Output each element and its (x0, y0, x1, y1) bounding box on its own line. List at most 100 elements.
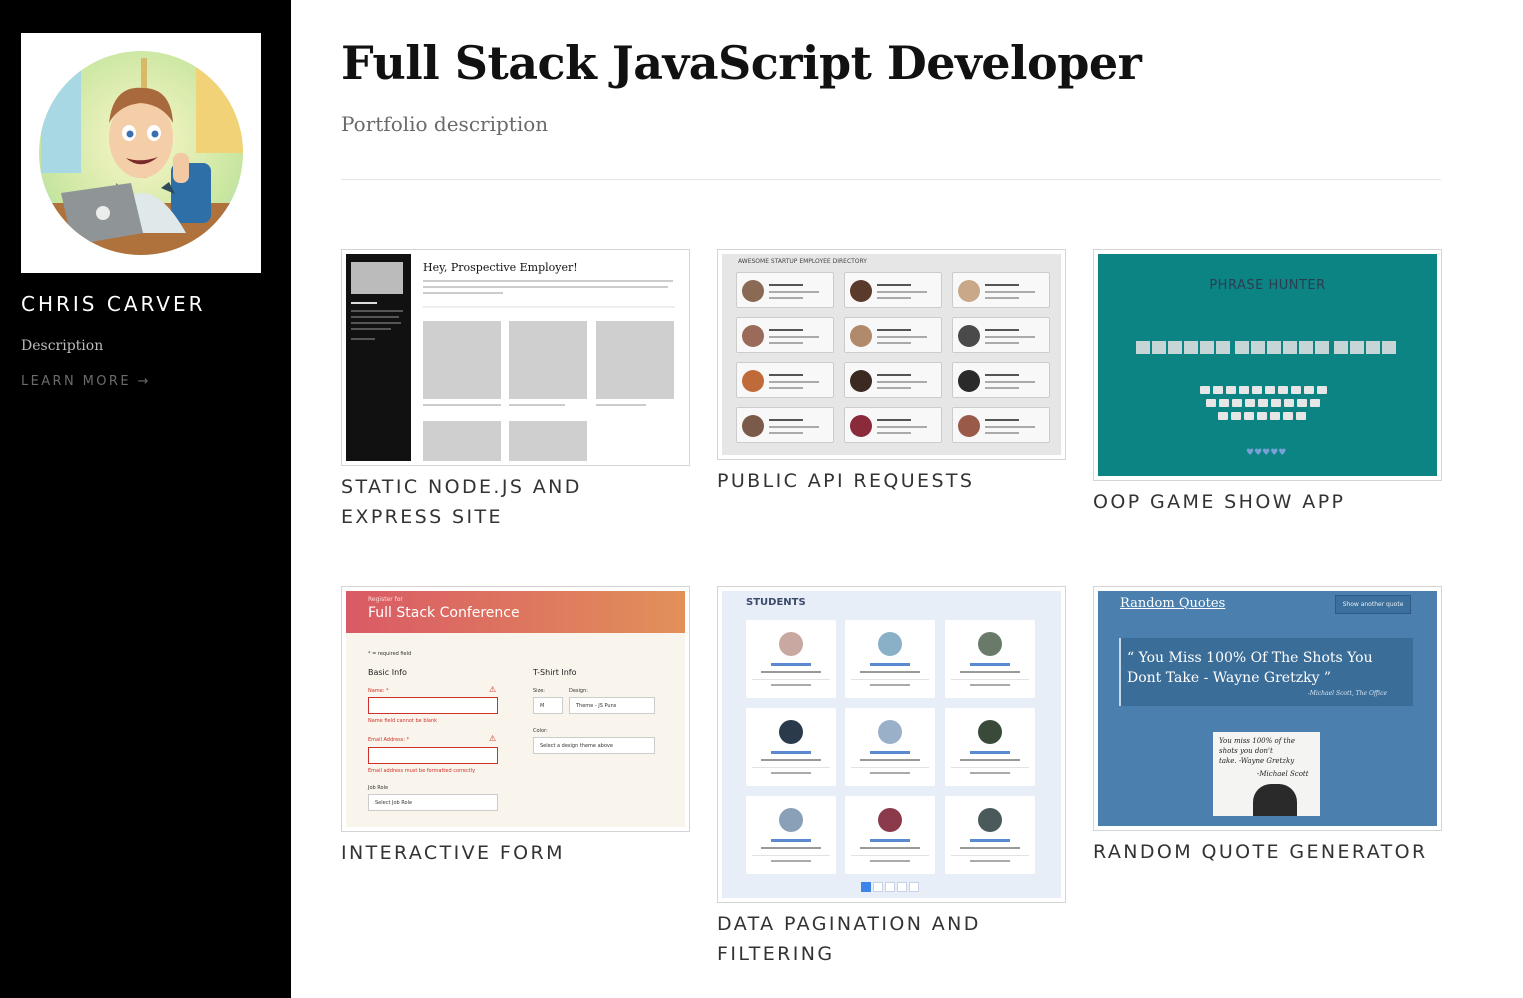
preview-key (1206, 399, 1216, 407)
preview-divider (752, 855, 830, 856)
preview-line (877, 297, 911, 299)
learn-more-link[interactable]: LEARN MORE → (21, 374, 151, 389)
preview-banner: Register for Full Stack Conference (346, 591, 685, 633)
preview-line (985, 291, 1035, 293)
thumbnail-preview: Random Quotes Show another quote “ You M… (1098, 591, 1437, 826)
preview-key (1218, 412, 1228, 420)
preview-key (1213, 386, 1223, 394)
project-card-game-show[interactable]: PHRASE HUNTER ♥♥♥♥♥ OOP GAME SHOW APP (1093, 249, 1442, 517)
preview-student-card (845, 796, 935, 874)
thumbnail-preview: Register for Full Stack Conference * = r… (346, 591, 685, 827)
project-title[interactable]: OOP GAME SHOW APP (1093, 487, 1442, 517)
preview-letter-tile (1251, 341, 1265, 354)
preview-line (877, 419, 911, 421)
preview-key (1239, 386, 1249, 394)
project-title[interactable]: INTERACTIVE FORM (341, 838, 690, 868)
preview-key (1296, 412, 1306, 420)
preview-letter-tile (1382, 341, 1396, 354)
preview-line (771, 772, 811, 774)
project-title[interactable]: PUBLIC API REQUESTS (717, 466, 1066, 496)
thumbnail-preview: PHRASE HUNTER ♥♥♥♥♥ (1098, 254, 1437, 476)
preview-line (351, 310, 403, 312)
preview-student-card (845, 620, 935, 698)
preview-quote-box: “ You Miss 100% Of The Shots You Dont Ta… (1119, 638, 1413, 706)
preview-line (761, 671, 821, 673)
preview-line (960, 759, 1020, 761)
preview-employee-card (952, 362, 1050, 398)
preview-line (985, 426, 1035, 428)
preview-key (1317, 386, 1327, 394)
preview-line (970, 772, 1010, 774)
preview-key (1291, 386, 1301, 394)
preview-key (1232, 399, 1242, 407)
preview-avatar (742, 280, 764, 302)
preview-divider (752, 679, 830, 680)
project-card-public-api[interactable]: AWESOME STARTUP EMPLOYEE DIRECTORY PUBLI… (717, 249, 1066, 496)
project-thumbnail[interactable]: Register for Full Stack Conference * = r… (341, 586, 690, 832)
preview-employee-card (844, 317, 942, 353)
preview-avatar (779, 720, 803, 744)
preview-line (771, 751, 811, 754)
preview-student-card (945, 796, 1035, 874)
preview-key (1271, 399, 1281, 407)
preview-letter-tile (1184, 341, 1198, 354)
preview-design-value: Theme - JS Puns (576, 703, 617, 709)
preview-placeholder-image (596, 321, 674, 399)
preview-avatar (958, 280, 980, 302)
preview-line (860, 847, 920, 849)
thumbnail-preview: Hey, Prospective Employer! (346, 254, 685, 461)
person-silhouette-icon (1253, 784, 1297, 816)
preview-line (351, 316, 399, 318)
preview-letter-tile (1299, 341, 1313, 354)
preview-line (769, 284, 803, 286)
preview-student-card (945, 620, 1035, 698)
project-title[interactable]: DATA PAGINATION AND FILTERING (717, 909, 1066, 969)
preview-photo-text: shots you don't (1219, 747, 1273, 755)
preview-line (870, 860, 910, 862)
preview-placeholder-image (509, 321, 587, 399)
project-card-data-pagination[interactable]: STUDENTS DATA PAGINATION AND FILTERING (717, 586, 1066, 969)
project-thumbnail[interactable]: Hey, Prospective Employer! (341, 249, 690, 466)
preview-line (985, 342, 1019, 344)
preview-text-line (596, 404, 646, 406)
project-card-interactive-form[interactable]: Register for Full Stack Conference * = r… (341, 586, 690, 868)
preview-employee-card (844, 407, 942, 443)
project-title[interactable]: STATIC NODE.JS AND EXPRESS SITE (341, 472, 690, 532)
preview-size-value: M (540, 703, 545, 709)
preview-employee-card (844, 272, 942, 308)
preview-placeholder-image (351, 262, 403, 294)
arrow-right-icon: → (137, 374, 151, 389)
bitmoji-avatar-icon (39, 51, 243, 255)
project-thumbnail[interactable]: STUDENTS (717, 586, 1066, 903)
preview-color-select: Select a design theme above (533, 737, 655, 754)
preview-show-quote-button: Show another quote (1335, 595, 1411, 614)
thumbnail-preview: STUDENTS (722, 591, 1061, 898)
warning-icon: ⚠ (489, 734, 497, 743)
thumbnail-preview: AWESOME STARTUP EMPLOYEE DIRECTORY (722, 254, 1061, 455)
preview-student-card (945, 708, 1035, 786)
preview-line (870, 839, 910, 842)
project-card-random-quote[interactable]: Random Quotes Show another quote “ You M… (1093, 586, 1442, 867)
preview-line (970, 860, 1010, 862)
preview-page-button (873, 882, 883, 892)
preview-employee-card (736, 272, 834, 308)
warning-icon: ⚠ (489, 685, 497, 694)
preview-heading: AWESOME STARTUP EMPLOYEE DIRECTORY (738, 258, 867, 265)
project-title[interactable]: RANDOM QUOTE GENERATOR (1093, 837, 1442, 867)
preview-line (870, 751, 910, 754)
project-thumbnail[interactable]: AWESOME STARTUP EMPLOYEE DIRECTORY (717, 249, 1066, 460)
preview-line (771, 663, 811, 666)
page-description: Portfolio description (341, 112, 549, 136)
preview-employee-card (736, 317, 834, 353)
preview-student-card (746, 796, 836, 874)
preview-avatar (742, 370, 764, 392)
preview-design-label: Design: (569, 688, 588, 694)
preview-line (769, 419, 803, 421)
preview-main: Hey, Prospective Employer! (411, 254, 685, 461)
preview-banner-title: Full Stack Conference (368, 605, 520, 621)
preview-photo-text: You miss 100% of the (1219, 737, 1295, 745)
preview-placeholder-image (423, 421, 501, 461)
project-thumbnail[interactable]: PHRASE HUNTER ♥♥♥♥♥ (1093, 249, 1442, 481)
project-card-static-node[interactable]: Hey, Prospective Employer! STATIC NODE.J… (341, 249, 690, 532)
project-thumbnail[interactable]: Random Quotes Show another quote “ You M… (1093, 586, 1442, 831)
